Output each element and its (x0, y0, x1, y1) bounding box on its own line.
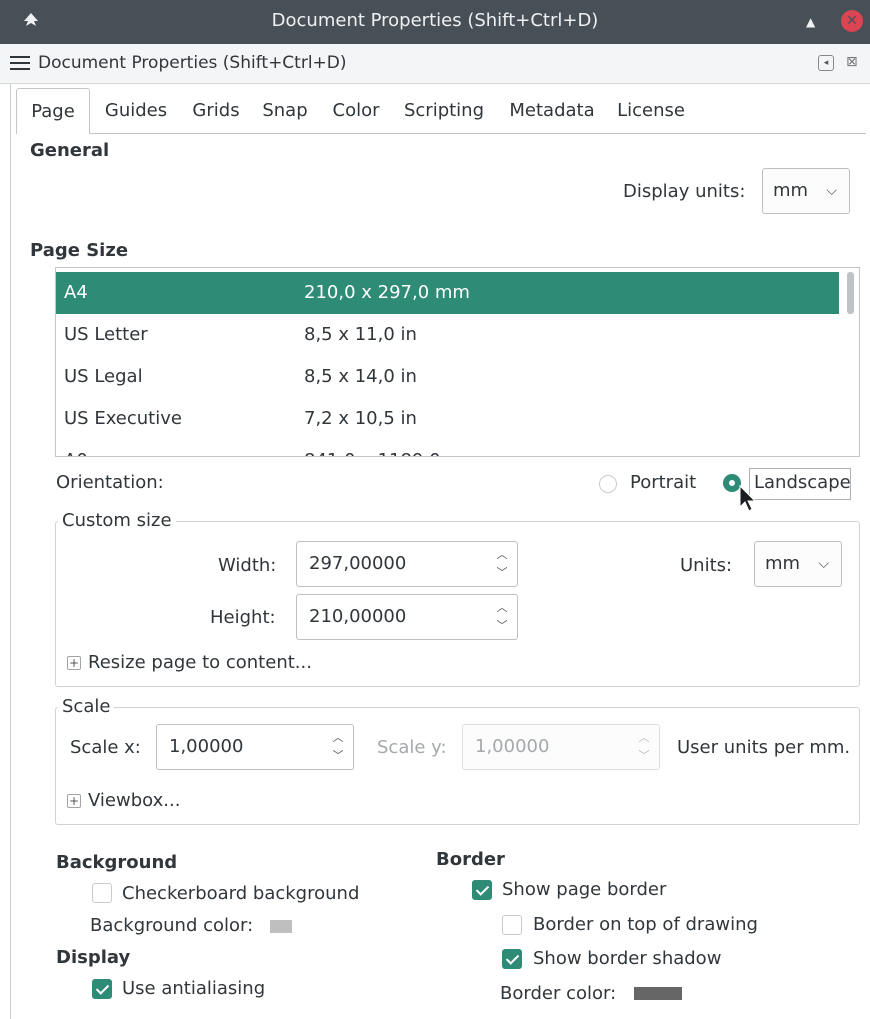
list-item[interactable]: US Legal 8,5 x 14,0 in (56, 356, 839, 398)
units-label: Units: (680, 555, 733, 576)
display-units-value: mm (773, 180, 809, 201)
landscape-label[interactable]: Landscape (754, 472, 851, 493)
page-size-dims: 841,0 x 1189,0 mm (304, 440, 481, 456)
dock-header: Document Properties (Shift+Ctrl+D) ◂ ⊠ (0, 44, 870, 84)
tab-license[interactable]: License (612, 88, 690, 134)
width-input[interactable]: 297,00000 ︿ ﹀ (296, 541, 518, 587)
page-size-dims: 8,5 x 14,0 in (304, 366, 417, 387)
chevron-down-icon: ﹀ (638, 749, 650, 762)
page-size-name: US Executive (64, 408, 182, 429)
maximize-button[interactable]: ▲ (806, 15, 815, 29)
scale-y-stepper: ︿ ﹀ (637, 729, 651, 765)
general-heading: General (30, 140, 110, 161)
resize-to-content-expander[interactable]: Resize page to content... (88, 652, 312, 673)
height-label: Height: (210, 607, 276, 628)
portrait-radio[interactable] (599, 475, 617, 493)
user-units-text: User units per mm. (677, 737, 851, 758)
expand-plus-icon[interactable]: + (67, 656, 81, 670)
height-stepper[interactable]: ︿ ﹀ (495, 599, 509, 635)
list-item[interactable]: US Executive 7,2 x 10,5 in (56, 398, 839, 440)
display-heading: Display (56, 947, 131, 968)
scale-x-label: Scale x: (70, 737, 141, 758)
border-color-label: Border color: (500, 983, 617, 1004)
list-item[interactable]: A4 210,0 x 297,0 mm (56, 272, 839, 314)
width-label: Width: (218, 555, 277, 576)
border-shadow-label[interactable]: Show border shadow (533, 948, 721, 969)
scale-x-value: 1,00000 (169, 736, 244, 757)
scale-x-input[interactable]: 1,00000 ︿ ﹀ (156, 724, 354, 770)
close-dock-button[interactable]: ⊠ (846, 54, 858, 70)
page-size-list[interactable]: A4 210,0 x 297,0 mm US Letter 8,5 x 11,0… (55, 267, 860, 457)
border-color-swatch[interactable] (634, 987, 682, 1000)
page-size-name: US Legal (64, 366, 143, 387)
chevron-down-icon[interactable]: ﹀ (495, 564, 509, 582)
antialiasing-label[interactable]: Use antialiasing (122, 978, 265, 999)
page-size-name: US Letter (64, 324, 148, 345)
scale-y-input: 1,00000 ︿ ﹀ (462, 724, 660, 770)
checkerboard-checkbox[interactable] (92, 883, 112, 903)
tab-grids[interactable]: Grids (184, 88, 248, 134)
portrait-label[interactable]: Portrait (630, 472, 696, 493)
chevron-down-icon: ⌵ (818, 556, 829, 572)
page-size-dims: 7,2 x 10,5 in (304, 408, 417, 429)
expand-plus-icon[interactable]: + (67, 794, 81, 808)
display-units-label: Display units: (623, 181, 746, 202)
background-color-swatch[interactable] (270, 920, 292, 933)
scrollbar-thumb[interactable] (847, 272, 854, 314)
tab-page[interactable]: Page (16, 88, 90, 134)
custom-size-heading: Custom size (58, 510, 176, 531)
viewbox-expander[interactable]: Viewbox... (88, 790, 180, 811)
tab-color[interactable]: Color (326, 88, 386, 134)
page-size-name: A0 (64, 440, 88, 456)
width-value: 297,00000 (309, 553, 407, 574)
mouse-pointer-icon (739, 485, 757, 512)
hamburger-menu-icon[interactable] (10, 55, 30, 71)
list-scrollbar[interactable] (843, 268, 859, 456)
chevron-down-icon[interactable]: ﹀ (495, 617, 509, 635)
antialiasing-checkbox[interactable] (92, 979, 112, 999)
border-shadow-checkbox[interactable] (502, 949, 522, 969)
border-on-top-checkbox[interactable] (502, 915, 522, 935)
height-input[interactable]: 210,00000 ︿ ﹀ (296, 594, 518, 640)
float-dock-button[interactable]: ◂ (818, 55, 834, 71)
units-value: mm (765, 553, 801, 574)
window-titlebar: Document Properties (Shift+Ctrl+D) ▲ ✕ (0, 0, 870, 44)
page-size-heading: Page Size (30, 240, 129, 261)
list-item[interactable]: A0 841,0 x 1189,0 mm (56, 440, 839, 456)
background-heading: Background (56, 852, 178, 873)
dock-title: Document Properties (Shift+Ctrl+D) (38, 53, 347, 73)
chevron-up-icon: ︿ (638, 731, 650, 744)
width-stepper[interactable]: ︿ ﹀ (495, 546, 509, 582)
tab-scripting[interactable]: Scripting (396, 88, 492, 134)
window-title: Document Properties (Shift+Ctrl+D) (271, 10, 599, 31)
tab-guides[interactable]: Guides (98, 88, 174, 134)
chevron-up-icon[interactable]: ︿ (331, 729, 345, 747)
page-size-dims: 8,5 x 11,0 in (304, 324, 417, 345)
chevron-down-icon: ⌵ (826, 183, 837, 199)
scale-heading: Scale (58, 696, 115, 717)
page-size-name: A4 (64, 282, 88, 303)
display-units-select[interactable]: mm ⌵ (762, 168, 850, 214)
border-on-top-label[interactable]: Border on top of drawing (533, 914, 758, 935)
close-button[interactable]: ✕ (841, 10, 863, 32)
chevron-up-icon[interactable]: ︿ (495, 599, 509, 617)
chevron-down-icon[interactable]: ﹀ (331, 747, 345, 765)
orientation-label: Orientation: (56, 472, 164, 493)
chevron-up-icon[interactable]: ︿ (495, 546, 509, 564)
scale-y-label: Scale y: (377, 737, 447, 758)
scale-y-value: 1,00000 (475, 736, 550, 757)
list-item[interactable]: US Letter 8,5 x 11,0 in (56, 314, 839, 356)
units-select[interactable]: mm ⌵ (754, 541, 842, 587)
tab-divider (90, 133, 866, 134)
tab-metadata[interactable]: Metadata (502, 88, 602, 134)
show-page-border-label[interactable]: Show page border (502, 879, 666, 900)
show-page-border-checkbox[interactable] (472, 880, 492, 900)
page-size-dims: 210,0 x 297,0 mm (304, 282, 470, 303)
height-value: 210,00000 (309, 606, 407, 627)
background-color-label: Background color: (90, 915, 254, 936)
checkerboard-label[interactable]: Checkerboard background (122, 883, 359, 904)
tab-snap[interactable]: Snap (256, 88, 314, 134)
scale-x-stepper[interactable]: ︿ ﹀ (331, 729, 345, 765)
border-heading: Border (436, 849, 505, 870)
